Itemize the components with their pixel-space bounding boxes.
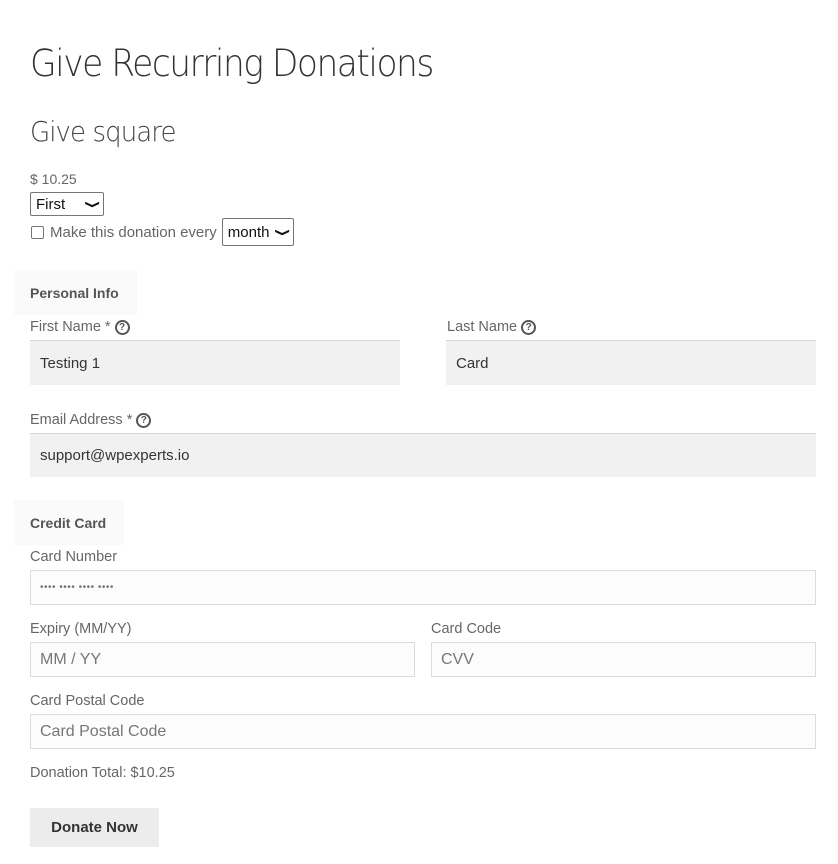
email-value: support@wpexperts.io (40, 447, 190, 464)
donation-level-select[interactable]: First ❯ (30, 192, 104, 216)
recurring-period-value: month (227, 223, 270, 241)
recurring-period-select[interactable]: month ❯ (221, 218, 294, 246)
last-name-label-text: Last Name (447, 319, 518, 335)
first-name-input[interactable]: Testing 1 (30, 340, 400, 385)
last-name-input[interactable]: Card (446, 340, 816, 385)
first-name-label-text: First Name * (30, 319, 111, 335)
personal-info-legend: Personal Info (14, 270, 137, 315)
card-number-input[interactable]: •••• •••• •••• •••• (30, 570, 816, 605)
email-input[interactable]: support@wpexperts.io (30, 433, 816, 477)
donate-now-button[interactable]: Donate Now (30, 808, 159, 847)
chevron-down-icon: ❯ (274, 227, 290, 237)
credit-card-legend: Credit Card (14, 500, 124, 545)
postal-code-input[interactable]: Card Postal Code (30, 714, 816, 749)
form-title: Give square (30, 115, 177, 148)
first-name-label: First Name * ? (30, 317, 130, 337)
email-label: Email Address * ? (30, 410, 152, 430)
cvv-label: Card Code (431, 621, 502, 637)
recurring-row: Make this donation every month ❯ (30, 218, 294, 246)
donation-amount: $ 10.25 (30, 171, 77, 187)
cvv-input[interactable]: CVV (431, 642, 816, 677)
expiry-input[interactable]: MM / YY (30, 642, 415, 677)
card-number-placeholder: •••• •••• •••• •••• (40, 582, 114, 593)
chevron-down-icon: ❯ (84, 199, 100, 209)
last-name-label: Last Name ? (447, 317, 537, 337)
recurring-checkbox[interactable] (31, 225, 44, 239)
postal-code-label: Card Postal Code (30, 693, 145, 709)
help-icon[interactable]: ? (521, 319, 537, 335)
first-name-value: Testing 1 (40, 354, 101, 372)
help-icon[interactable]: ? (136, 412, 152, 428)
cvv-placeholder: CVV (441, 650, 474, 668)
page-title: Give Recurring Donations (30, 42, 434, 85)
donation-level-value: First (36, 195, 66, 213)
help-icon[interactable]: ? (114, 319, 130, 335)
donation-total: Donation Total: $10.25 (30, 765, 175, 781)
email-label-text: Email Address * (30, 412, 133, 428)
recurring-label: Make this donation every (50, 223, 217, 241)
last-name-value: Card (456, 354, 489, 372)
expiry-placeholder: MM / YY (40, 650, 102, 668)
postal-code-placeholder: Card Postal Code (40, 722, 167, 740)
expiry-label: Expiry (MM/YY) (30, 621, 132, 637)
card-number-label: Card Number (30, 549, 118, 565)
